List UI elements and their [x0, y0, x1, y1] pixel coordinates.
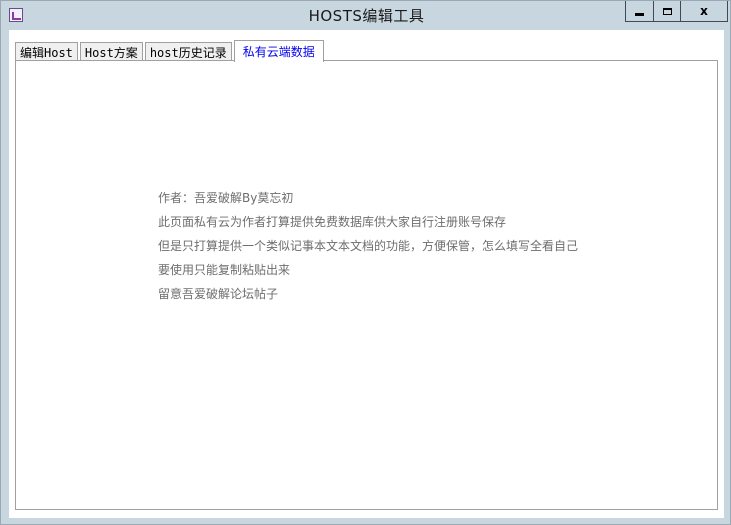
app-window: HOSTS编辑工具 x 编辑Host Host方案 host历史记录 私有云端数… — [0, 0, 731, 525]
tab-host-scheme[interactable]: Host方案 — [79, 42, 143, 61]
tab-strip: 编辑Host Host方案 host历史记录 私有云端数据 — [15, 39, 326, 62]
client-area: 编辑Host Host方案 host历史记录 私有云端数据 作者：吾爱破解By莫… — [9, 30, 724, 518]
info-text: 作者：吾爱破解By莫忘初 此页面私有云为作者打算提供免费数据库供大家自行注册账号… — [158, 186, 578, 306]
minimize-button[interactable] — [626, 1, 654, 21]
tab-edit-host[interactable]: 编辑Host — [15, 42, 78, 61]
close-button[interactable]: x — [681, 1, 727, 21]
info-line-feature: 但是只打算提供一个类似记事本文本文档的功能，方便保管，怎么填写全看自己 — [158, 239, 579, 253]
maximize-icon — [662, 7, 672, 15]
maximize-button[interactable] — [654, 1, 681, 21]
window-title: HOSTS编辑工具 — [308, 7, 425, 25]
info-line-usage: 要使用只能复制粘贴出来 — [158, 263, 291, 277]
tab-panel-private-cloud: 作者：吾爱破解By莫忘初 此页面私有云为作者打算提供免费数据库供大家自行注册账号… — [15, 60, 718, 510]
info-line-author: 作者：吾爱破解By莫忘初 — [158, 191, 294, 205]
info-line-description: 此页面私有云为作者打算提供免费数据库供大家自行注册账号保存 — [158, 215, 507, 229]
tab-host-history[interactable]: host历史记录 — [144, 42, 232, 61]
tab-private-cloud[interactable]: 私有云端数据 — [233, 40, 324, 62]
close-icon: x — [700, 4, 708, 18]
info-line-forum: 留意吾爱破解论坛帖子 — [158, 287, 279, 301]
minimize-icon — [635, 12, 644, 16]
window-controls: x — [625, 1, 728, 22]
title-bar[interactable]: HOSTS编辑工具 x — [1, 1, 730, 29]
